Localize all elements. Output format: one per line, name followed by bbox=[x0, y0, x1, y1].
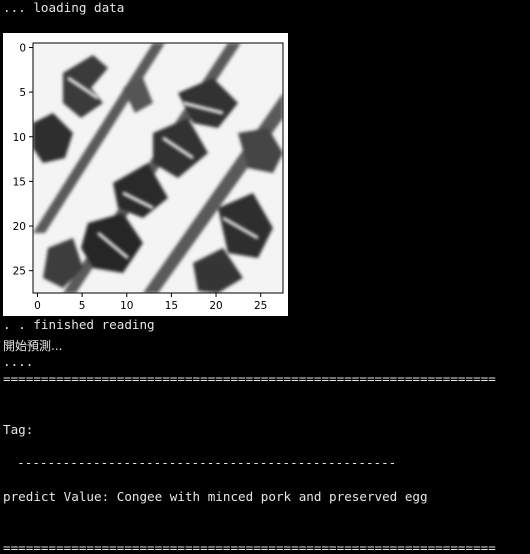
dash-line: ----------------------------------------… bbox=[2, 455, 397, 470]
separator-top: ========================================… bbox=[3, 374, 496, 384]
y-axis-ticks: 0 5 10 15 20 25 bbox=[13, 42, 33, 278]
y-tick-label: 0 bbox=[19, 42, 26, 54]
tag-label: Tag: bbox=[3, 422, 34, 437]
y-tick-label: 10 bbox=[13, 132, 26, 144]
y-tick-label: 25 bbox=[13, 266, 26, 278]
y-tick-label: 20 bbox=[13, 221, 26, 233]
y-tick-label: 15 bbox=[13, 176, 26, 188]
image-preview-figure: 0 5 10 15 20 25 0 5 10 15 20 25 bbox=[3, 33, 288, 316]
x-tick-label: 20 bbox=[209, 300, 222, 312]
separator-bottom: ========================================… bbox=[3, 543, 496, 553]
x-tick-label: 15 bbox=[165, 300, 178, 312]
y-tick-label: 5 bbox=[19, 87, 26, 99]
x-axis-ticks: 0 5 10 15 20 25 bbox=[34, 293, 267, 312]
console-finished-line: . . finished reading bbox=[3, 317, 155, 332]
console-predict-start-line: 開始預測... bbox=[3, 339, 63, 353]
image-pixels bbox=[33, 43, 283, 293]
x-tick-label: 25 bbox=[254, 300, 267, 312]
x-tick-label: 10 bbox=[120, 300, 133, 312]
console-loading-line: ... loading data bbox=[3, 0, 125, 15]
predict-value-line: predict Value: Congee with minced pork a… bbox=[3, 489, 428, 504]
grayscale-image-plot: 0 5 10 15 20 25 0 5 10 15 20 25 bbox=[13, 42, 284, 312]
console-dots-line: .... bbox=[3, 354, 34, 369]
x-tick-label: 5 bbox=[79, 300, 86, 312]
x-tick-label: 0 bbox=[34, 300, 41, 312]
